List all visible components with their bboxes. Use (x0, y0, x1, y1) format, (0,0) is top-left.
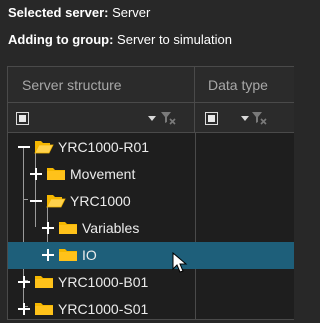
expand-icon[interactable] (42, 249, 54, 261)
filter-dropdown-icon[interactable] (241, 116, 249, 121)
collapse-icon[interactable] (18, 141, 30, 153)
tree-node-label: YRC1000 (70, 193, 131, 209)
clear-filter-icon[interactable] (160, 111, 176, 125)
filter-cell-server-structure (8, 103, 195, 133)
tree-row[interactable]: YRC1000-B01 (8, 269, 294, 296)
mouse-pointer-icon (172, 252, 188, 273)
adding-group-label: Adding to group: (8, 32, 114, 47)
filter-checkbox[interactable] (16, 112, 29, 125)
expand-icon[interactable] (18, 276, 30, 288)
filter-checkbox[interactable] (205, 112, 218, 125)
tree-node-label: Variables (82, 220, 140, 236)
tree-node-label: IO (82, 247, 97, 263)
folder-open-icon (34, 141, 54, 154)
adding-group-value: Server to simulation (117, 32, 232, 47)
filter-dropdown-icon[interactable] (148, 116, 156, 121)
selected-server-label: Selected server: (8, 5, 109, 20)
clear-filter-icon[interactable] (251, 111, 267, 125)
tree-node-label: Movement (70, 166, 136, 182)
tree-node-label: YRC1000-R01 (58, 139, 150, 155)
expand-icon[interactable] (18, 303, 30, 315)
selected-server-line: Selected server: Server (8, 5, 150, 20)
folder-icon (35, 276, 53, 288)
server-structure-grid: Server structure Data type YRC1000-R01 Mo… (7, 66, 294, 320)
filter-cell-data-type (195, 103, 294, 133)
folder-icon (59, 249, 77, 261)
tree-row[interactable]: Variables (8, 215, 294, 242)
tree-node-label: YRC1000-S01 (58, 301, 149, 317)
tree-node-label: YRC1000-B01 (58, 274, 149, 290)
adding-group-line: Adding to group: Server to simulation (8, 32, 232, 47)
folder-icon (59, 222, 77, 234)
expand-icon[interactable] (42, 222, 54, 234)
tree-row[interactable]: YRC1000 (8, 188, 294, 215)
expand-icon[interactable] (30, 168, 42, 180)
column-header-server-structure[interactable]: Server structure (8, 67, 195, 103)
folder-icon (35, 303, 53, 315)
folder-open-icon (46, 195, 66, 208)
tree-row[interactable]: YRC1000-S01 (8, 296, 294, 319)
selected-server-value: Server (112, 5, 151, 20)
collapse-icon[interactable] (30, 195, 42, 207)
tree-row[interactable]: Movement (8, 161, 294, 188)
column-header-data-type[interactable]: Data type (195, 67, 294, 103)
tree-row[interactable]: IO (8, 242, 294, 269)
tree-row[interactable]: YRC1000-R01 (8, 134, 294, 161)
folder-icon (47, 168, 65, 180)
